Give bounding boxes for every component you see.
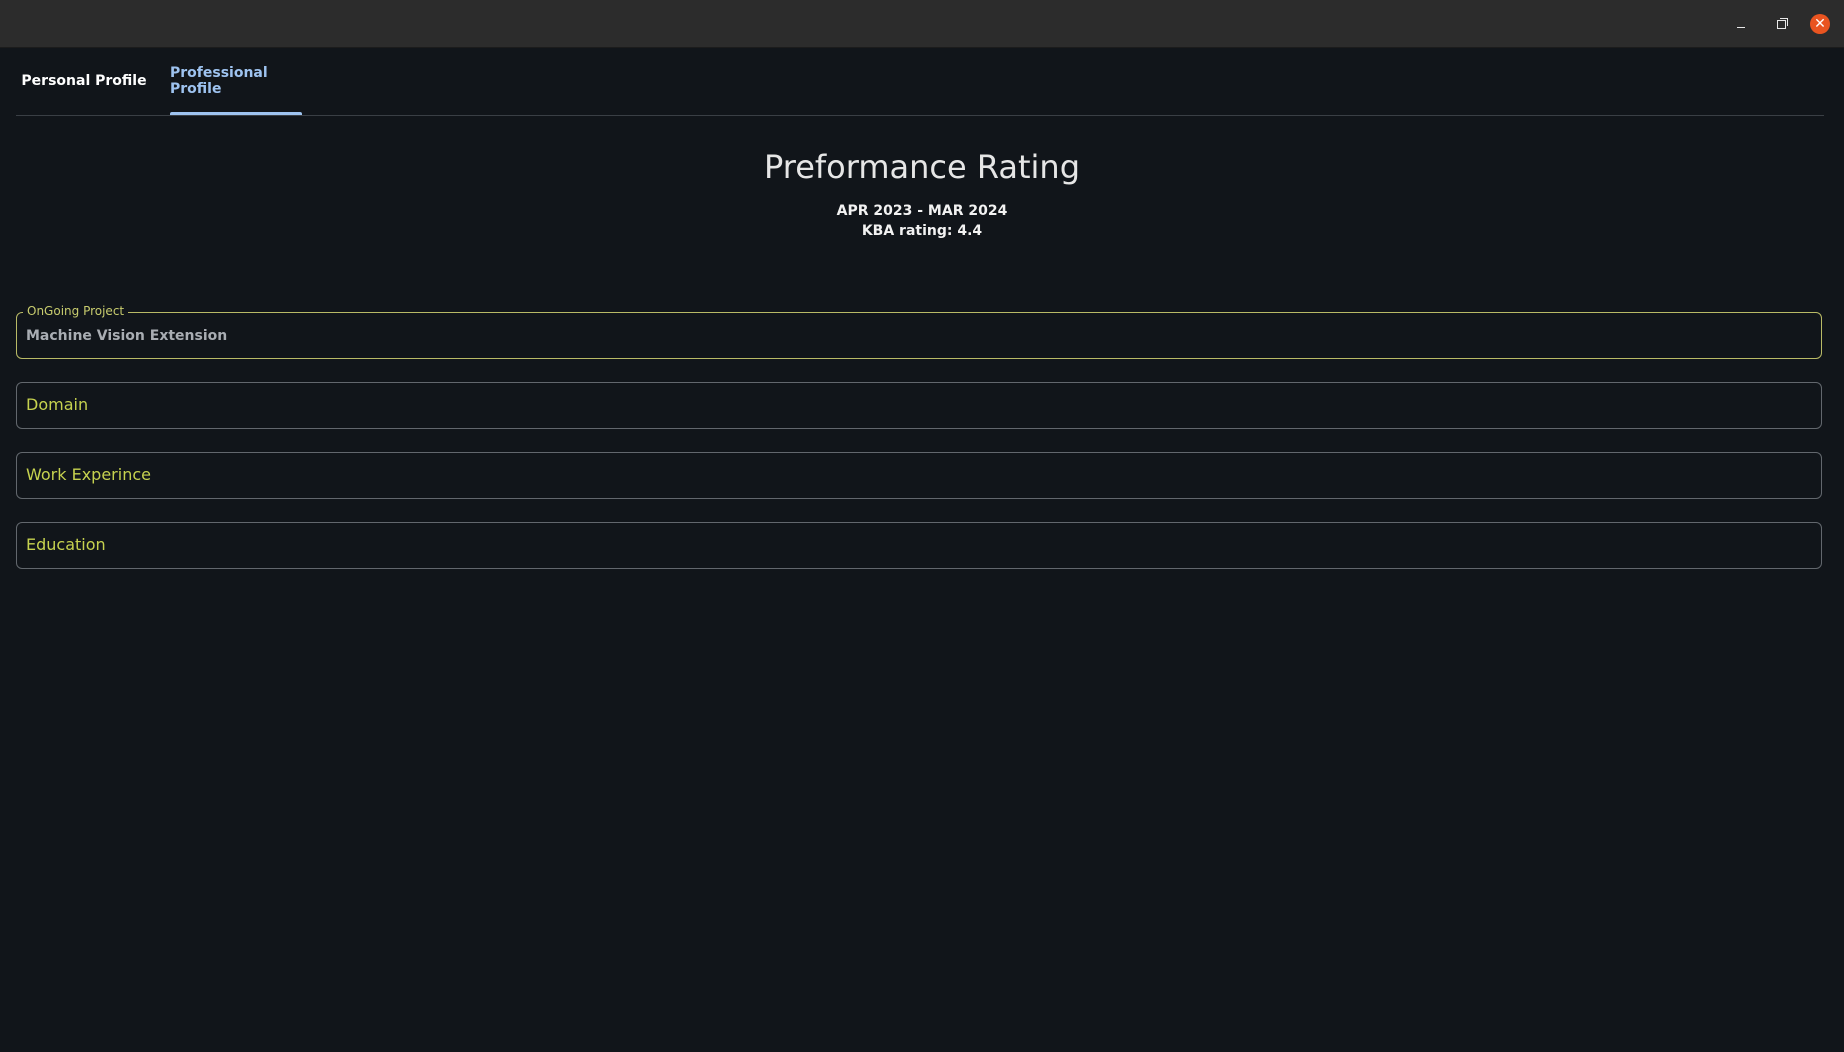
minimize-icon[interactable] (1731, 14, 1751, 34)
tab-personal-profile[interactable]: Personal Profile (16, 48, 152, 114)
ongoing-project-label: OnGoing Project (23, 304, 129, 318)
window-titlebar: ✕ (0, 0, 1844, 48)
kba-rating: KBA rating: 4.4 (861, 223, 983, 239)
restore-icon[interactable] (1771, 14, 1791, 34)
section-domain[interactable]: Domain (16, 382, 1822, 429)
rating-period: APR 2023 - MAR 2024 (836, 203, 1008, 219)
ongoing-project-value: Machine Vision Extension (26, 328, 228, 344)
page-title: Preformance Rating (764, 148, 1080, 186)
tab-professional-profile[interactable]: Professional Profile (170, 48, 302, 114)
section-work-experience-label: Work Experince (26, 465, 151, 484)
close-icon[interactable]: ✕ (1810, 14, 1830, 34)
section-education-label: Education (26, 535, 106, 554)
ongoing-project-field[interactable]: OnGoing Project Machine Vision Extension (16, 304, 1822, 359)
active-tab-indicator (170, 112, 302, 115)
section-work-experience[interactable]: Work Experince (16, 452, 1822, 499)
section-education[interactable]: Education (16, 522, 1822, 569)
profile-tabs: Personal Profile Professional Profile (16, 48, 1824, 116)
section-domain-label: Domain (26, 395, 89, 414)
